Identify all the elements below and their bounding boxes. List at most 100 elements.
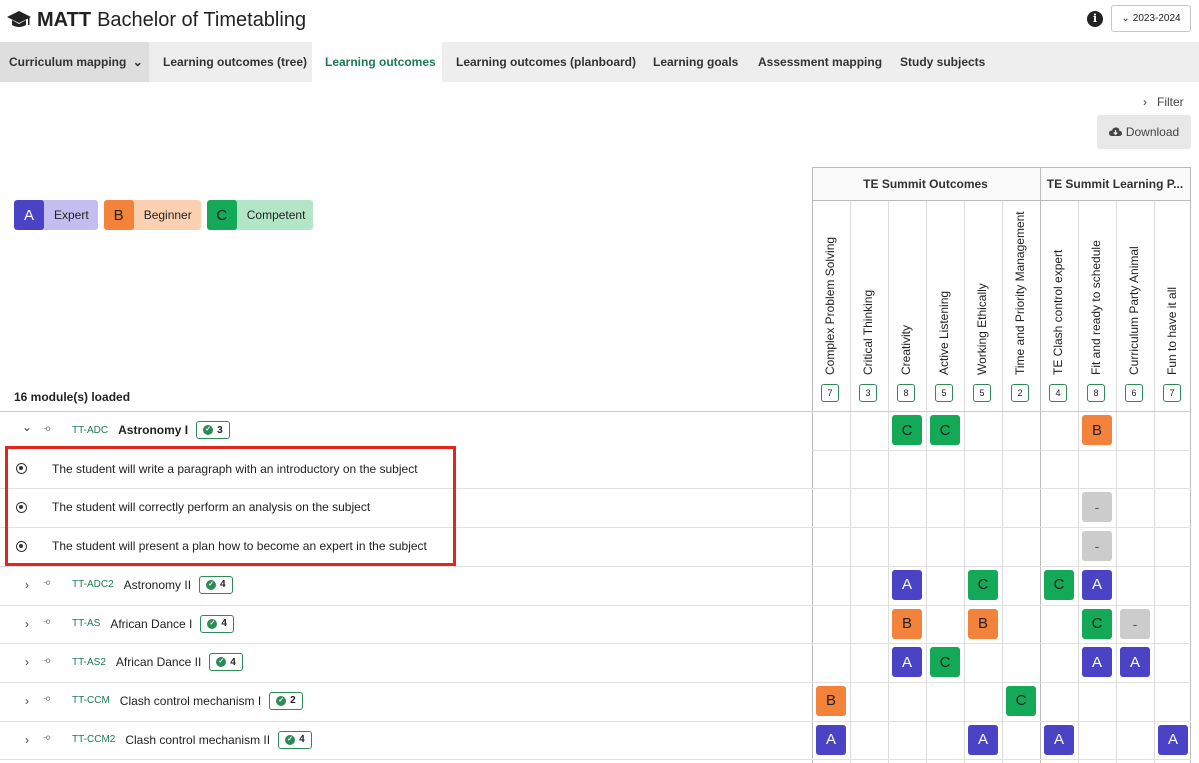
level-cell[interactable]: B (968, 608, 998, 639)
check-circle-icon: ✓ (206, 579, 217, 590)
year-label: 2023-2024 (1132, 13, 1181, 24)
module-code[interactable]: TT-CCM2 (72, 734, 115, 745)
paperclip-icon[interactable]: ⌕ (40, 420, 59, 439)
info-icon[interactable]: i (1087, 11, 1103, 27)
column-count-badge: 7 (1163, 384, 1181, 402)
module-info: TT-ADC Astronomy I ✓ 3 (72, 421, 230, 439)
tab-learning-outcomes[interactable]: Learning outcomes (312, 42, 442, 82)
paperclip-icon[interactable]: ⌕ (40, 653, 59, 672)
module-row[interactable]: › ⌕ TT-ADC2 Astronomy II ✓ 4 (0, 566, 812, 604)
module-row[interactable]: › ⌕ TT-CCM Clash control mechanism I ✓ 2 (0, 682, 812, 720)
column-title[interactable]: Working Ethically (975, 283, 989, 375)
level-cell[interactable]: C (892, 415, 922, 445)
level-cell[interactable]: - (1082, 492, 1112, 523)
column-divider (1190, 167, 1191, 763)
column-title[interactable]: Curriculum Party Animal (1127, 246, 1141, 375)
level-cell[interactable]: A (1082, 569, 1112, 600)
level-cell[interactable]: - (1120, 608, 1150, 639)
modules-loaded-count: 16 module(s) loaded (14, 390, 131, 404)
outcome-count: 4 (230, 656, 236, 668)
column-title[interactable]: Complex Problem Solving (823, 237, 837, 375)
outcome-count-badge: ✓ 2 (269, 691, 303, 710)
column-title[interactable]: Fun to have it all (1165, 287, 1179, 375)
group-header-te-summit-outcomes[interactable]: TE Summit Outcomes (812, 167, 1039, 201)
level-cell[interactable]: C (968, 569, 998, 600)
chevron-right-icon[interactable]: › (20, 578, 34, 592)
column-title[interactable]: Active Listening (937, 291, 951, 375)
level-cell[interactable]: A (968, 724, 998, 755)
level-cell[interactable]: C (1044, 569, 1074, 600)
legend-label: Expert (54, 208, 89, 222)
paperclip-icon[interactable]: ⌕ (40, 614, 59, 633)
module-row[interactable]: › ⌕ TT-CCM2 Clash control mechanism II ✓ 4 (0, 721, 812, 759)
paperclip-icon[interactable]: ⌕ (40, 691, 59, 710)
column-title[interactable]: Time and Priority Management (1013, 211, 1027, 375)
filter-label: Filter (1157, 95, 1184, 109)
paperclip-icon[interactable]: ⌕ (40, 730, 59, 749)
chevron-right-icon[interactable]: › (20, 617, 34, 631)
module-code[interactable]: TT-AS2 (72, 657, 106, 668)
brand[interactable]: MATT Bachelor of Timetabling (6, 6, 306, 34)
chevron-right-icon[interactable]: › (20, 694, 34, 708)
level-cell[interactable]: A (816, 724, 846, 755)
year-selector[interactable]: ⌄ 2023-2024 (1111, 5, 1191, 32)
column-title[interactable]: Creativity (899, 325, 913, 375)
level-cell[interactable]: A (892, 647, 922, 678)
legend-letter: B (103, 200, 134, 230)
level-cell[interactable]: A (1120, 647, 1150, 678)
module-code[interactable]: TT-ADC2 (72, 579, 114, 590)
filter-toggle[interactable]: › Filter (1143, 95, 1184, 109)
program-title: Bachelor of Timetabling (97, 8, 307, 31)
tab-learning-goals[interactable]: Learning goals (640, 42, 745, 82)
group-header-te-summit-learning[interactable]: TE Summit Learning P... (1039, 167, 1191, 201)
chevron-right-icon[interactable]: › (20, 655, 34, 669)
module-row[interactable]: › ⌕ TT-AS African Dance I ✓ 4 (0, 605, 812, 643)
chevron-right-icon[interactable]: › (20, 733, 34, 747)
check-circle-icon: ✓ (285, 734, 296, 745)
outcome-count-badge: ✓ 4 (209, 653, 243, 672)
legend-label: Competent (246, 208, 306, 222)
level-cell[interactable]: C (1006, 685, 1036, 716)
level-cell[interactable]: A (1158, 724, 1188, 755)
row-divider (812, 449, 1191, 451)
level-cell[interactable]: - (1082, 531, 1112, 562)
chevron-down-icon[interactable]: ⌄ (20, 420, 34, 434)
download-label: Download (1125, 125, 1180, 139)
module-row[interactable]: › ⌕ TT-AS2 African Dance II ✓ 4 (0, 643, 812, 681)
module-code[interactable]: TT-CCM (72, 695, 110, 706)
download-button[interactable]: Download (1097, 115, 1191, 149)
column-title[interactable]: Critical Thinking (861, 290, 875, 375)
module-code[interactable]: TT-AS (72, 618, 100, 629)
check-circle-icon: ✓ (207, 618, 218, 629)
tab-assessment-mapping[interactable]: Assessment mapping (745, 42, 886, 82)
level-cell[interactable]: A (1044, 724, 1074, 755)
level-cell[interactable]: B (1082, 415, 1112, 445)
level-cell[interactable]: C (930, 647, 960, 678)
level-cell[interactable]: C (930, 415, 960, 445)
column-divider (1040, 167, 1041, 763)
outcome-count: 4 (221, 618, 227, 629)
tab-study-subjects[interactable]: Study subjects (886, 42, 996, 82)
level-cell[interactable]: C (1082, 608, 1112, 639)
column-title[interactable]: Fit and ready to schedule (1089, 240, 1103, 375)
module-name: Astronomy I (118, 423, 189, 437)
module-name: Clash control mechanism I (119, 693, 262, 708)
paperclip-icon[interactable]: ⌕ (40, 575, 59, 594)
level-cell[interactable]: A (892, 569, 922, 600)
column-count-badge: 5 (935, 384, 953, 402)
level-cell[interactable]: B (816, 685, 846, 716)
module-row[interactable]: ⌄ ⌕ TT-ADC Astronomy I ✓ 3 (0, 411, 812, 449)
tab-learning-outcomes-planboard[interactable]: Learning outcomes (planboard) (442, 42, 640, 82)
outcome-count: 3 (217, 424, 223, 436)
module-info: TT-CCM2 Clash control mechanism II ✓ 4 (72, 730, 312, 749)
tab-curriculum-mapping[interactable]: Curriculum mapping ⌄ (0, 42, 149, 82)
module-code[interactable]: TT-ADC (72, 425, 108, 436)
column-divider (1116, 201, 1117, 763)
legend-letter: A (14, 200, 44, 230)
column-count-badge: 6 (1125, 384, 1143, 402)
level-cell[interactable]: A (1082, 647, 1112, 678)
tab-learning-outcomes-tree[interactable]: Learning outcomes (tree) (149, 42, 312, 82)
module-name: African Dance II (115, 655, 202, 670)
level-cell[interactable]: B (892, 608, 922, 639)
column-title[interactable]: TE Clash control expert (1051, 250, 1065, 375)
